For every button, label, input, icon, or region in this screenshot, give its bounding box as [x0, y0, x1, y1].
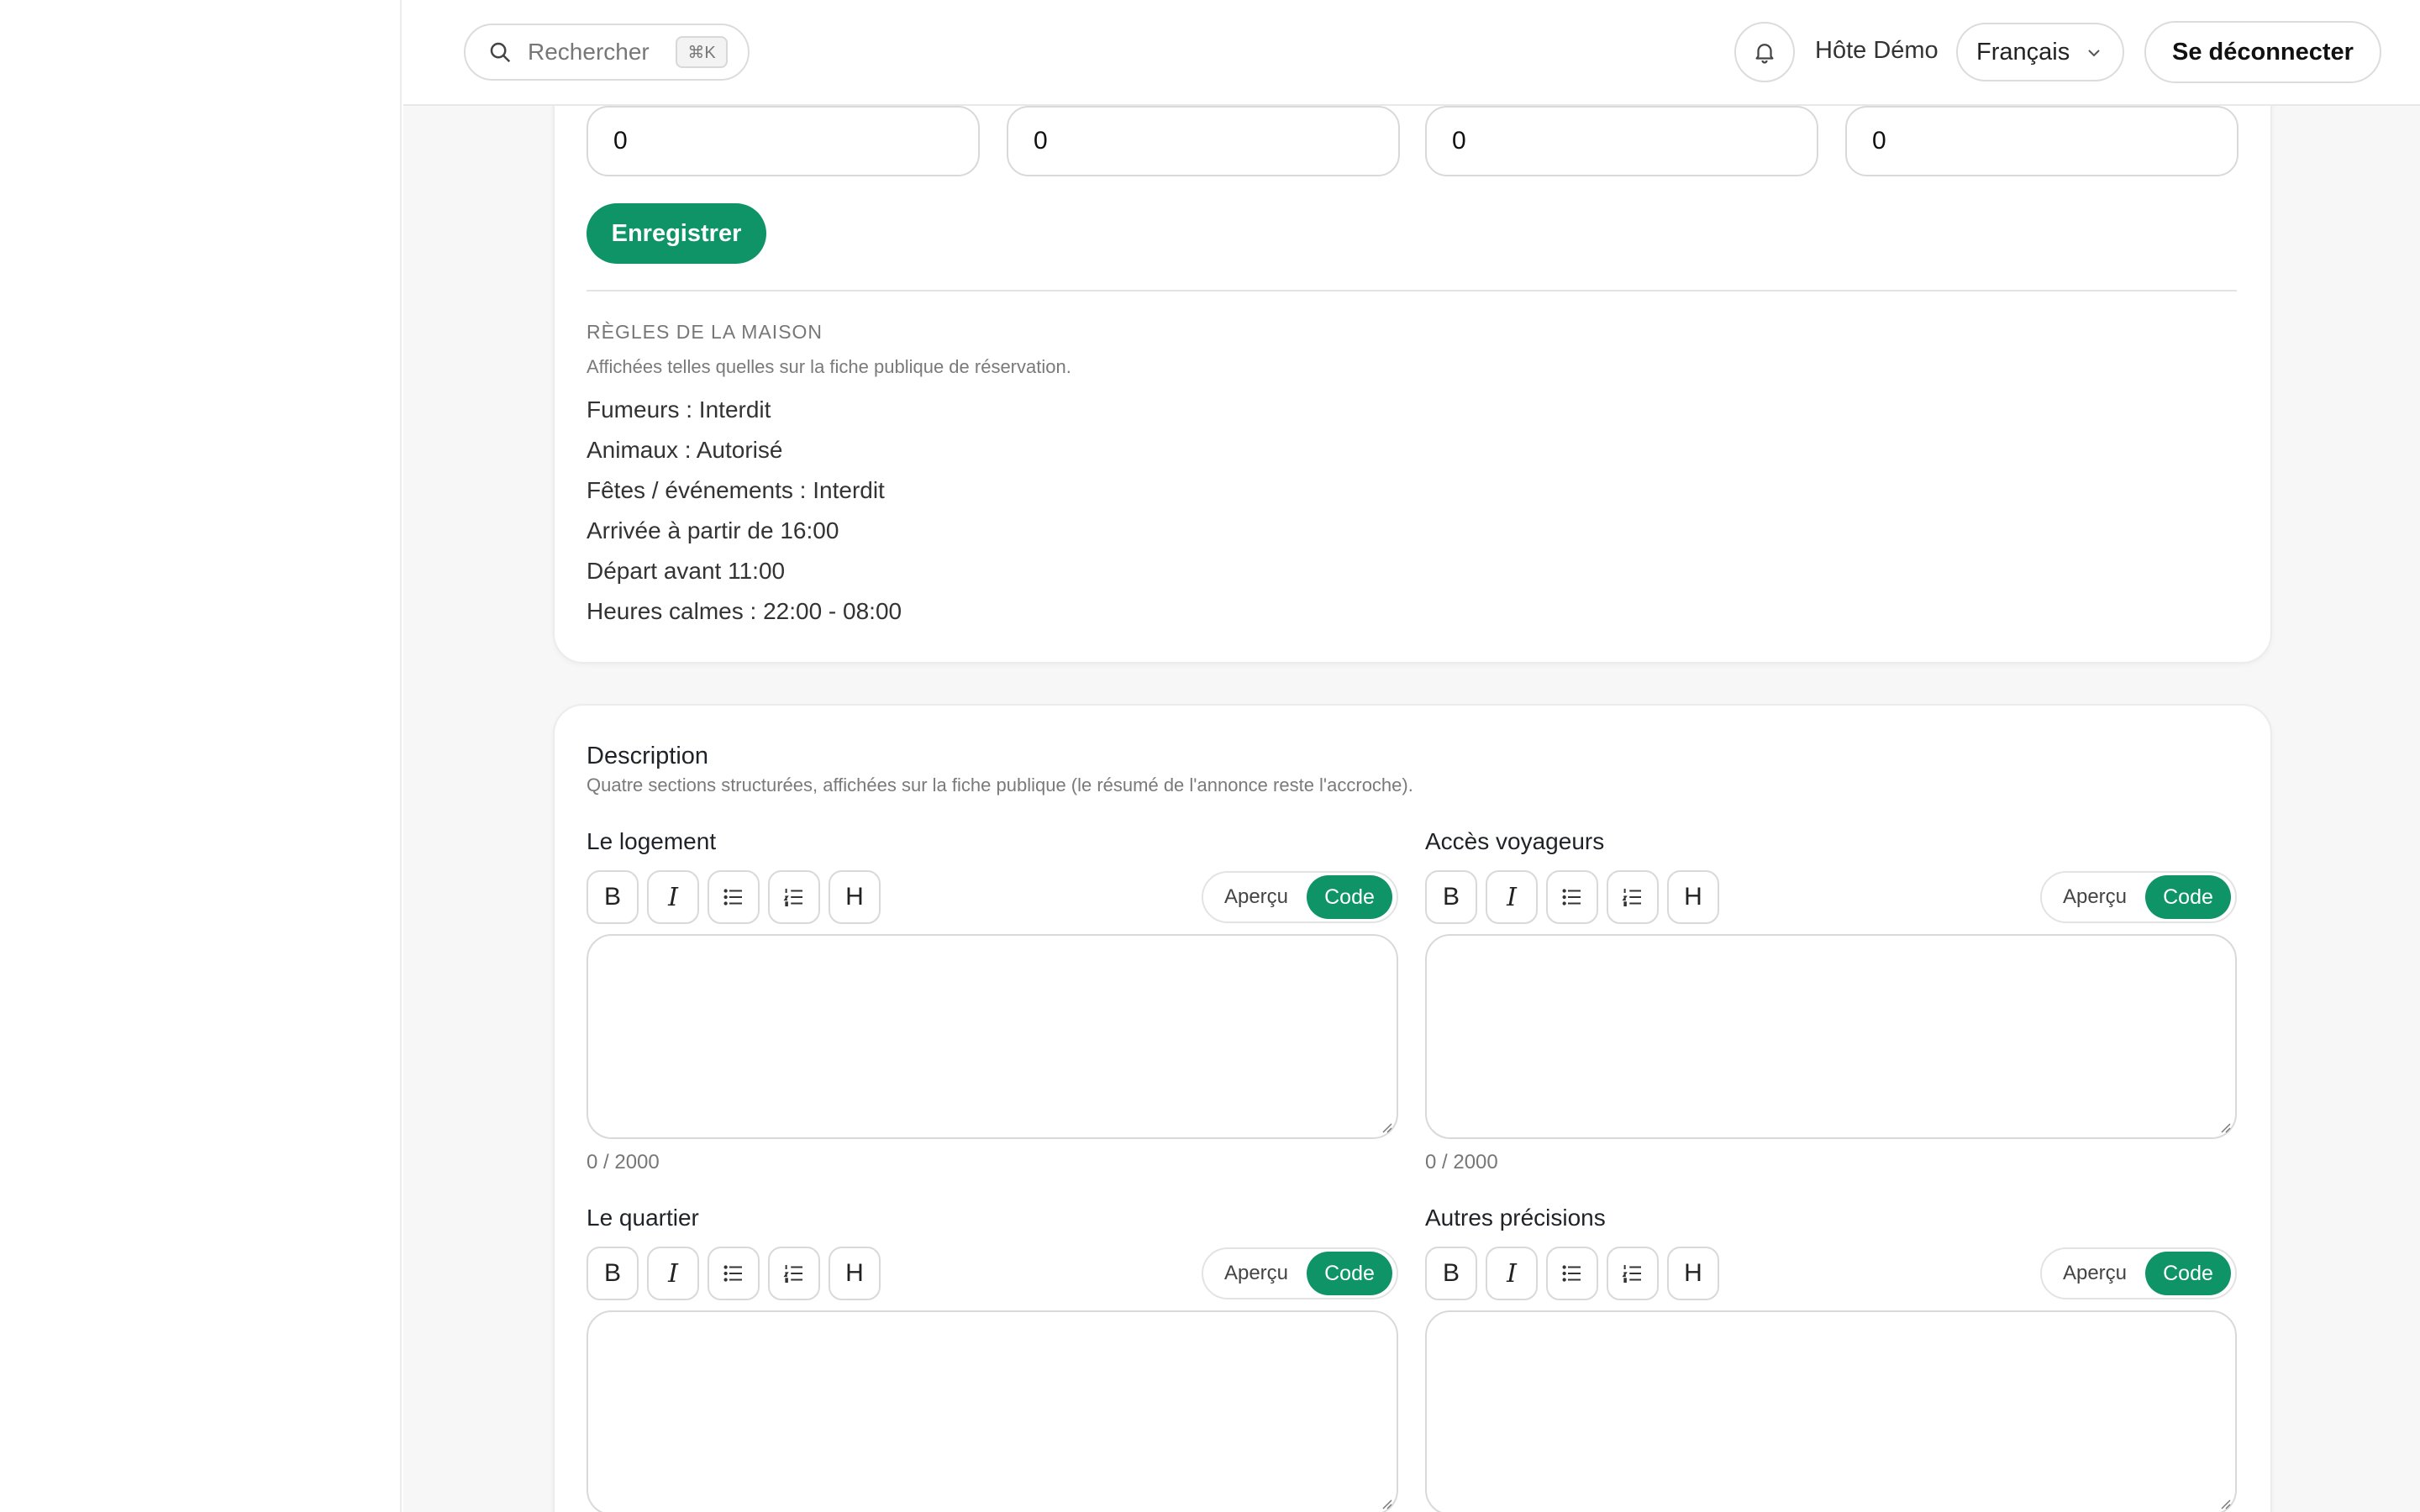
preview-code-toggle[interactable]: Aperçu Code — [2040, 1247, 2237, 1299]
house-rule-item: Départ avant 11:00 — [587, 558, 786, 584]
search-placeholder: Rechercher — [528, 39, 650, 65]
logement-textarea[interactable] — [587, 934, 1398, 1139]
heading-button[interactable]: H — [1667, 870, 1719, 924]
description-title: Description — [587, 743, 709, 769]
heading-button[interactable]: H — [829, 870, 881, 924]
italic-button[interactable]: I — [1486, 870, 1538, 924]
char-counter: 0 / 2000 — [1425, 1151, 1498, 1173]
numbered-list-icon — [1620, 885, 1645, 910]
number-input-1[interactable]: 0 — [587, 106, 980, 176]
acces-voyageurs-textarea[interactable] — [1425, 934, 2237, 1139]
bold-button[interactable]: B — [587, 870, 639, 924]
house-rule-item: Fumeurs : Interdit — [587, 396, 771, 423]
house-rule-item: Animaux : Autorisé — [587, 437, 783, 463]
numbered-list-icon — [781, 1261, 807, 1286]
number-input-3[interactable]: 0 — [1425, 106, 1818, 176]
bullet-list-icon — [721, 885, 746, 910]
number-input-4[interactable]: 0 — [1845, 106, 2238, 176]
editor-toolbar: B I H — [1425, 1247, 1719, 1300]
numbered-list-button[interactable] — [768, 870, 820, 924]
house-rule-item: Fêtes / événements : Interdit — [587, 477, 885, 503]
divider — [587, 290, 2237, 291]
house-rule-item: Arrivée à partir de 16:00 — [587, 517, 839, 543]
bullet-list-icon — [1560, 885, 1585, 910]
resize-handle-icon[interactable] — [2217, 1495, 2232, 1510]
search-icon — [487, 39, 513, 65]
preview-tab[interactable]: Aperçu — [1206, 1262, 1307, 1285]
preview-tab[interactable]: Aperçu — [2044, 1262, 2145, 1285]
save-button[interactable]: Enregistrer — [587, 203, 766, 264]
bullet-list-icon — [721, 1261, 746, 1286]
preview-code-toggle[interactable]: Aperçu Code — [1202, 1247, 1398, 1299]
preview-tab[interactable]: Aperçu — [1206, 885, 1307, 909]
numbered-list-button[interactable] — [1607, 870, 1659, 924]
code-tab[interactable]: Code — [2145, 1252, 2231, 1295]
language-value: Français — [1976, 38, 2070, 66]
sidebar — [0, 0, 402, 1512]
preview-tab[interactable]: Aperçu — [2044, 885, 2145, 909]
numbered-list-button[interactable] — [768, 1247, 820, 1300]
search-shortcut-badge: ⌘K — [676, 36, 728, 68]
bell-icon — [1752, 39, 1777, 65]
logout-button[interactable]: Se déconnecter — [2144, 21, 2381, 83]
italic-button[interactable]: I — [647, 1247, 699, 1300]
bullet-list-button[interactable] — [1546, 1247, 1598, 1300]
host-name: Hôte Démo — [1815, 37, 1939, 64]
heading-button[interactable]: H — [829, 1247, 881, 1300]
code-tab[interactable]: Code — [1307, 875, 1392, 919]
language-select[interactable]: Français — [1956, 23, 2124, 81]
code-tab[interactable]: Code — [2145, 875, 2231, 919]
italic-button[interactable]: I — [1486, 1247, 1538, 1300]
resize-handle-icon[interactable] — [2217, 1119, 2232, 1134]
numbered-list-icon — [781, 885, 807, 910]
house-rules-title: RÈGLES DE LA MAISON — [587, 321, 823, 343]
autres-precisions-textarea[interactable] — [1425, 1310, 2237, 1512]
resize-handle-icon[interactable] — [1378, 1119, 1393, 1134]
editor-toolbar: B I H — [1425, 870, 1719, 924]
bold-button[interactable]: B — [1425, 870, 1477, 924]
notifications-button[interactable] — [1734, 22, 1795, 82]
house-rule-item: Heures calmes : 22:00 - 08:00 — [587, 598, 902, 624]
description-subtitle: Quatre sections structurées, affichées s… — [587, 774, 1413, 795]
editor-toolbar: B I H — [587, 1247, 881, 1300]
bold-button[interactable]: B — [587, 1247, 639, 1300]
italic-button[interactable]: I — [647, 870, 699, 924]
preview-code-toggle[interactable]: Aperçu Code — [1202, 871, 1398, 923]
bold-button[interactable]: B — [1425, 1247, 1477, 1300]
char-counter: 0 / 2000 — [587, 1151, 660, 1173]
section-label-autres-precisions: Autres précisions — [1425, 1205, 1606, 1231]
search-input[interactable]: Rechercher ⌘K — [464, 24, 750, 81]
top-bar: Rechercher ⌘K Hôte Démo Français Se déco… — [403, 0, 2420, 106]
bullet-list-icon — [1560, 1261, 1585, 1286]
preview-code-toggle[interactable]: Aperçu Code — [2040, 871, 2237, 923]
numbered-list-icon — [1620, 1261, 1645, 1286]
chevron-down-icon — [2084, 43, 2104, 63]
house-rules-list: Fumeurs : Interdit Animaux : Autorisé Fê… — [587, 395, 902, 637]
bullet-list-button[interactable] — [708, 1247, 760, 1300]
section-label-quartier: Le quartier — [587, 1205, 699, 1231]
bullet-list-button[interactable] — [1546, 870, 1598, 924]
section-label-logement: Le logement — [587, 828, 717, 854]
editor-toolbar: B I H — [587, 870, 881, 924]
section-label-acces-voyageurs: Accès voyageurs — [1425, 828, 1605, 854]
numbered-list-button[interactable] — [1607, 1247, 1659, 1300]
house-rules-subtitle: Affichées telles quelles sur la fiche pu… — [587, 356, 1071, 377]
number-input-2[interactable]: 0 — [1007, 106, 1400, 176]
code-tab[interactable]: Code — [1307, 1252, 1392, 1295]
heading-button[interactable]: H — [1667, 1247, 1719, 1300]
resize-handle-icon[interactable] — [1378, 1495, 1393, 1510]
quartier-textarea[interactable] — [587, 1310, 1398, 1512]
bullet-list-button[interactable] — [708, 870, 760, 924]
